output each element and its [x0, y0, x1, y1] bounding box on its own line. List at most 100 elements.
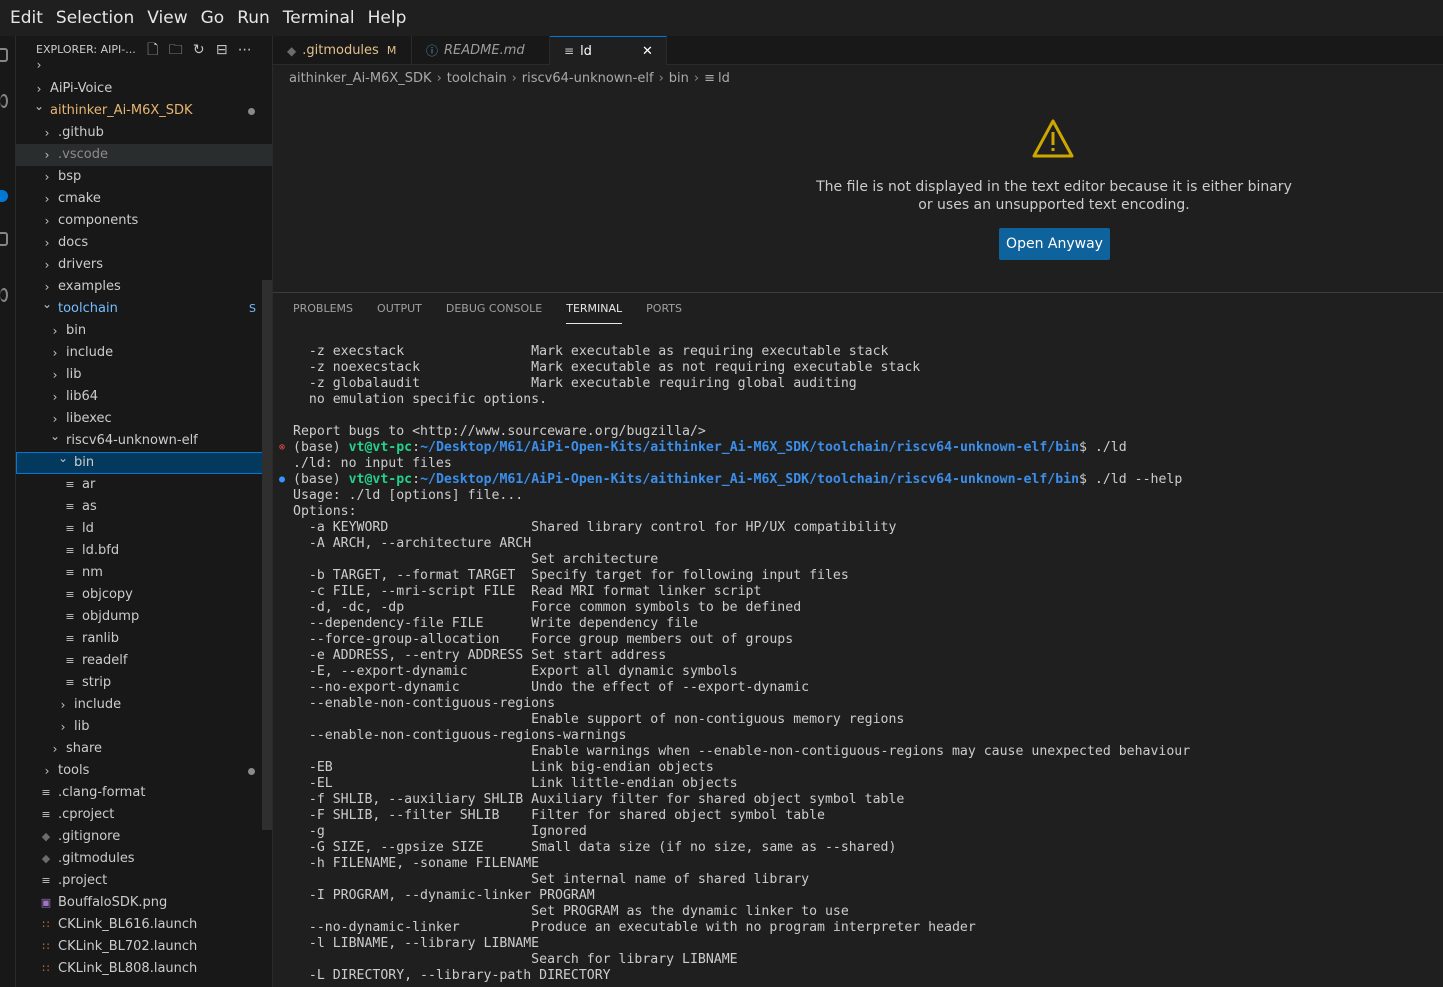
panel-tab-debug-console[interactable]: DEBUG CONSOLE — [446, 302, 542, 324]
prompt-text: (base) — [293, 472, 349, 487]
tree-row-partial[interactable]: › — [16, 62, 272, 78]
tree-item-as[interactable]: ≡ as — [16, 496, 272, 518]
tree-item-ar[interactable]: ≡ ar — [16, 474, 272, 496]
breadcrumb-item-bin[interactable]: bin — [669, 71, 689, 86]
panel-tab-terminal[interactable]: TERMINAL — [566, 302, 623, 324]
tree-item-bin[interactable]: ⌄ bin — [16, 451, 272, 474]
terminal-line: -L DIRECTORY, --library-path DIRECTORY — [293, 968, 611, 983]
tab-readme-md[interactable]: ⓘ README.md — [412, 36, 550, 65]
tree-item-label: include — [74, 697, 122, 712]
explorer-title: EXPLORER: AIPI-... — [36, 43, 136, 56]
open-anyway-button[interactable]: Open Anyway — [999, 228, 1110, 260]
tree-item-include[interactable]: › include — [16, 342, 272, 364]
tree-item-aithinker-ai-m6x-sdk[interactable]: ⌄ aithinker_Ai-M6X_SDK — [16, 99, 272, 122]
menu-help[interactable]: Help — [368, 8, 407, 28]
tree-item-project[interactable]: ≡ .project — [16, 870, 272, 892]
more-icon[interactable]: ⋯ — [236, 41, 254, 59]
tree-item-share[interactable]: › share — [16, 738, 272, 760]
tree-item-components[interactable]: › components — [16, 210, 272, 232]
chevron-down-icon: ⌄ — [42, 297, 53, 311]
tree-item-include[interactable]: › include — [16, 694, 272, 716]
prompt-text: $ ./ld — [1079, 440, 1127, 455]
tree-item-label: CKLink_BL808.launch — [58, 961, 198, 976]
error-circle-icon[interactable]: ⊗ — [279, 440, 285, 456]
tree-item-github[interactable]: › .github — [16, 122, 272, 144]
tree-item-bouffalosdk-png[interactable]: ▣ BouffaloSDK.png — [16, 892, 272, 914]
tree-item-docs[interactable]: › docs — [16, 232, 272, 254]
tree-item-objdump[interactable]: ≡ objdump — [16, 606, 272, 628]
tree-item-riscv64-unknown-elf[interactable]: ⌄ riscv64-unknown-elf — [16, 429, 272, 452]
tree-item-examples[interactable]: › examples — [16, 276, 272, 298]
tree-item-cklink-bl702-launch[interactable]: ∷ CKLink_BL702.launch — [16, 936, 272, 958]
tree-item-lib64[interactable]: › lib64 — [16, 386, 272, 408]
chevron-right-icon: › — [52, 742, 58, 756]
editor-area: The file is not displayed in the text ed… — [273, 90, 1443, 292]
tree-item-lib[interactable]: › lib — [16, 716, 272, 738]
tab-gitmodules[interactable]: ◆ .gitmodules M — [273, 36, 412, 65]
tree-item-cproject[interactable]: ≡ .cproject — [16, 804, 272, 826]
new-file-icon[interactable]: 🗋 — [144, 41, 162, 59]
menu-terminal[interactable]: Terminal — [283, 8, 355, 28]
refresh-icon[interactable]: ↻ — [190, 41, 208, 59]
terminal-line: -l LIBNAME, --library LIBNAME — [293, 936, 540, 951]
menu-go[interactable]: Go — [201, 8, 225, 28]
explorer-icon[interactable] — [0, 48, 8, 62]
tree-item-readelf[interactable]: ≡ readelf — [16, 650, 272, 672]
sidebar-scrollbar[interactable] — [262, 280, 272, 830]
tree-item-label: lib — [74, 719, 90, 734]
tree-item-ld[interactable]: ≡ ld — [16, 518, 272, 540]
tree-item-toolchain[interactable]: ⌄ toolchain S — [16, 297, 272, 320]
tree-item-bsp[interactable]: › bsp — [16, 166, 272, 188]
success-dot-icon[interactable]: ● — [279, 472, 285, 488]
tree-item-drivers[interactable]: › drivers — [16, 254, 272, 276]
close-icon[interactable]: ✕ — [642, 44, 653, 59]
tree-item-cmake[interactable]: › cmake — [16, 188, 272, 210]
tree-item-label: .gitignore — [58, 829, 121, 844]
tree-item-bin[interactable]: › bin — [16, 320, 272, 342]
tree-item-lib[interactable]: › lib — [16, 364, 272, 386]
git-icon: ◆ — [287, 43, 297, 58]
menu-edit[interactable]: Edit — [10, 8, 43, 28]
tree-item-cklink-bl808-launch[interactable]: ∷ CKLink_BL808.launch — [16, 958, 272, 980]
tree-item-gitignore[interactable]: ◆ .gitignore — [16, 826, 272, 848]
breadcrumb-item-riscv64-unknown-elf[interactable]: riscv64-unknown-elf — [522, 71, 654, 86]
menu-selection[interactable]: Selection — [56, 8, 134, 28]
terminal-output[interactable]: -z execstack Mark executable as requirin… — [279, 344, 1190, 984]
tree-item-tools[interactable]: › tools — [16, 760, 272, 782]
breadcrumb-item-ld[interactable]: ld — [718, 71, 730, 86]
tree-item-aipi-voice[interactable]: › AiPi-Voice — [16, 78, 272, 100]
tree-item-nm[interactable]: ≡ nm — [16, 562, 272, 584]
git-icon: ◆ — [41, 830, 51, 843]
tree-item-label: lib64 — [66, 389, 99, 404]
breadcrumb-item-aithinker-ai-m6x-sdk[interactable]: aithinker_Ai-M6X_SDK — [289, 71, 432, 86]
tree-item-vscode[interactable]: › .vscode — [16, 144, 272, 166]
source-control-badge[interactable] — [0, 190, 8, 202]
breadcrumb-item-toolchain[interactable]: toolchain — [447, 71, 507, 86]
panel-tab-output[interactable]: OUTPUT — [377, 302, 422, 324]
tree-item-label: libexec — [66, 411, 112, 426]
tree-item-gitmodules[interactable]: ◆ .gitmodules — [16, 848, 272, 870]
tab-ld[interactable]: ≡ ld ✕ — [550, 36, 667, 65]
tree-item-objcopy[interactable]: ≡ objcopy — [16, 584, 272, 606]
tree-item-label: as — [82, 499, 97, 514]
menu-view[interactable]: View — [147, 8, 187, 28]
chevron-right-icon: › — [60, 698, 66, 712]
tree-item-ranlib[interactable]: ≡ ranlib — [16, 628, 272, 650]
remote-icon[interactable] — [0, 288, 8, 302]
chevron-right-icon: › — [52, 368, 58, 382]
tree-item-strip[interactable]: ≡ strip — [16, 672, 272, 694]
terminal-line: -F SHLIB, --filter SHLIB Filter for shar… — [293, 808, 825, 823]
panel-tab-problems[interactable]: PROBLEMS — [293, 302, 353, 324]
run-debug-icon[interactable] — [0, 232, 8, 246]
tree-item-clang-format[interactable]: ≡ .clang-format — [16, 782, 272, 804]
new-folder-icon[interactable]: 🗀 — [167, 41, 185, 59]
rss-icon: ∷ — [42, 962, 50, 975]
tree-item-ld-bfd[interactable]: ≡ ld.bfd — [16, 540, 272, 562]
menu-run[interactable]: Run — [237, 8, 270, 28]
tree-item-label: toolchain — [58, 301, 118, 316]
search-icon[interactable] — [0, 94, 8, 108]
tree-item-cklink-bl616-launch[interactable]: ∷ CKLink_BL616.launch — [16, 914, 272, 936]
panel-tab-ports[interactable]: PORTS — [646, 302, 682, 324]
tree-item-label: CKLink_BL702.launch — [58, 939, 198, 954]
collapse-all-icon[interactable]: ⊟ — [213, 41, 231, 59]
